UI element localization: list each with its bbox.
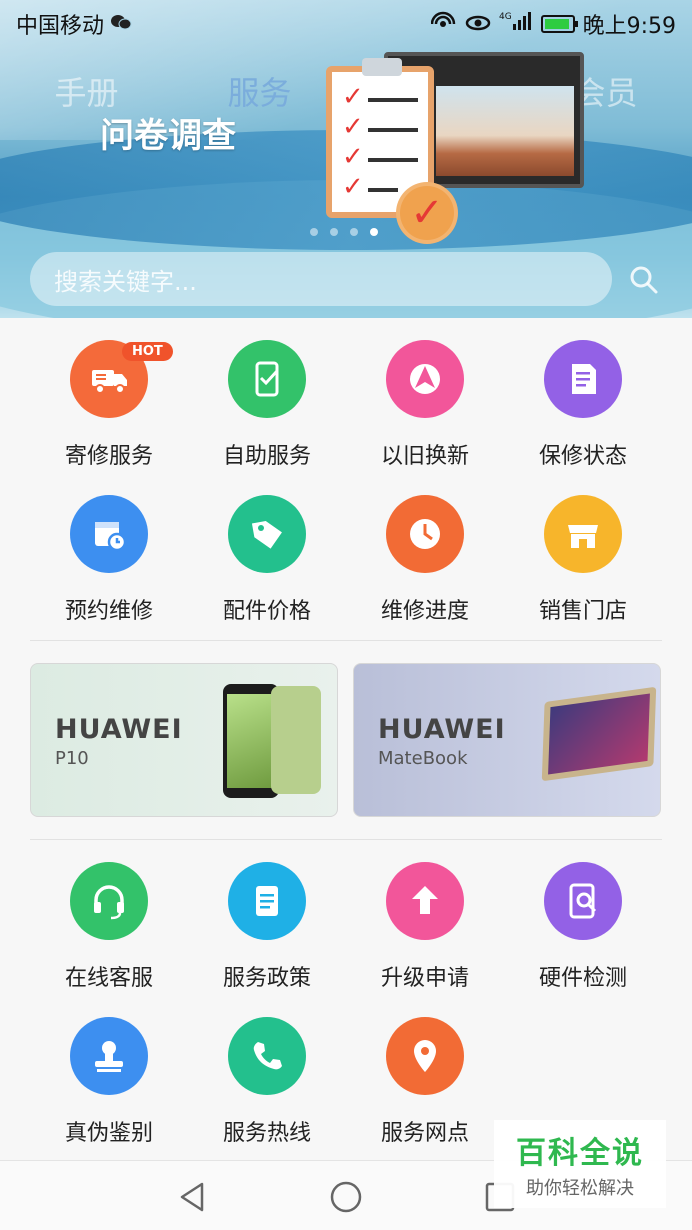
- network-type-label: 4G: [499, 12, 512, 22]
- hot-badge: HOT: [122, 342, 173, 361]
- upgrade-arrow-icon: [386, 862, 464, 940]
- service-label: 自助服务: [222, 444, 311, 469]
- service-label: 配件价格: [222, 599, 311, 624]
- service-label: 真伪鉴别: [64, 1121, 153, 1146]
- banner-title[interactable]: 问卷调查: [100, 108, 236, 157]
- watermark-subtitle: 助你轻松解决: [526, 1178, 634, 1199]
- location-pin-icon: [386, 1017, 464, 1095]
- service-label: 硬件检测: [538, 966, 627, 991]
- service-label: 服务网点: [380, 1121, 469, 1146]
- clock-icon: [386, 495, 464, 573]
- clock-time: 晚上9:59: [582, 14, 676, 39]
- watermark-title: 百科全说: [516, 1136, 644, 1171]
- service-hotline[interactable]: 服务热线: [188, 997, 346, 1152]
- service-hardware-check[interactable]: 硬件检测: [504, 842, 662, 997]
- policy-icon: [228, 862, 306, 940]
- service-label: 升级申请: [380, 966, 469, 991]
- calendar-clock-icon: [70, 495, 148, 573]
- price-tag-icon: [228, 495, 306, 573]
- carousel-dot-active[interactable]: [370, 228, 378, 236]
- status-bar: 中国移动 4G 晚上9:59: [0, 0, 692, 48]
- carousel-dot[interactable]: [310, 228, 318, 236]
- service-upgrade-request[interactable]: 升级申请: [346, 842, 504, 997]
- service-book-repair[interactable]: 预约维修: [30, 475, 188, 630]
- service-repair-progress[interactable]: 维修进度: [346, 475, 504, 630]
- tablet-image: [541, 686, 657, 782]
- hotspot-icon: [430, 10, 457, 38]
- service-retail-store[interactable]: 销售门店: [504, 475, 662, 630]
- service-mail-repair[interactable]: HOT 寄修服务: [30, 320, 188, 475]
- service-parts-price[interactable]: 配件价格: [188, 475, 346, 630]
- carousel-dot[interactable]: [330, 228, 338, 236]
- promo-brand: HUAWEI: [55, 714, 183, 745]
- promo-card-p10[interactable]: HUAWEI P10: [30, 663, 338, 817]
- stamp-icon: [70, 1017, 148, 1095]
- service-warranty-status[interactable]: 保修状态: [504, 320, 662, 475]
- promo-brand: HUAWEI: [378, 714, 506, 745]
- carousel-dot[interactable]: [350, 228, 358, 236]
- phone-back-image: [271, 686, 321, 794]
- services-grid-bottom: 在线客服 服务政策 升级申请 硬件检测 真伪鉴别 服务热线 服务网点: [30, 842, 662, 1152]
- service-trade-in[interactable]: 以旧换新: [346, 320, 504, 475]
- phone-icon: [228, 1017, 306, 1095]
- hardware-scan-icon: [544, 862, 622, 940]
- back-icon[interactable]: [174, 1179, 210, 1215]
- service-label: 销售门店: [538, 599, 627, 624]
- checkmark-badge-icon: ✓: [396, 182, 458, 244]
- service-label: 服务热线: [222, 1121, 311, 1146]
- service-label: 以旧换新: [380, 444, 469, 469]
- service-outlets[interactable]: 服务网点: [346, 997, 504, 1152]
- signal-icon: 4G: [499, 10, 533, 38]
- watermark-logo: 百科全说 助你轻松解决: [494, 1120, 666, 1208]
- search-placeholder: 搜索关键字...: [54, 267, 197, 296]
- headset-icon: [70, 862, 148, 940]
- service-label: 在线客服: [64, 966, 153, 991]
- service-label: 保修状态: [538, 444, 627, 469]
- service-self-help[interactable]: 自助服务: [188, 320, 346, 475]
- carrier-label: 中国移动: [16, 14, 105, 39]
- document-icon: [544, 340, 622, 418]
- battery-icon: [540, 15, 578, 33]
- services-grid-top: HOT 寄修服务 自助服务 以旧换新 保修状态 预约维修 配件价格 维修进度 销…: [30, 320, 662, 630]
- promo-card-matebook[interactable]: HUAWEI MateBook: [353, 663, 661, 817]
- wechat-icon: [110, 12, 132, 36]
- section-divider: [30, 640, 662, 641]
- home-icon[interactable]: [328, 1179, 364, 1215]
- exchange-icon: [386, 340, 464, 418]
- search-input[interactable]: 搜索关键字...: [30, 252, 612, 306]
- section-divider: [30, 839, 662, 840]
- phone-check-icon: [228, 340, 306, 418]
- carousel-dots: [310, 228, 378, 236]
- service-label: 服务政策: [222, 966, 311, 991]
- service-label: 维修进度: [380, 599, 469, 624]
- promo-model: P10: [55, 748, 89, 769]
- service-policy[interactable]: 服务政策: [188, 842, 346, 997]
- eye-comfort-icon: [465, 12, 491, 37]
- service-authenticity-check[interactable]: 真伪鉴别: [30, 997, 188, 1152]
- search-icon[interactable]: [628, 264, 660, 296]
- store-icon: [544, 495, 622, 573]
- promo-model: MateBook: [378, 748, 468, 769]
- service-online-support[interactable]: 在线客服: [30, 842, 188, 997]
- header-banner: 中国移动 4G 晚上9:59 手册 服务 论坛 会员 ✓ ✓: [0, 0, 692, 318]
- service-label: 预约维修: [64, 599, 153, 624]
- service-label: 寄修服务: [64, 444, 153, 469]
